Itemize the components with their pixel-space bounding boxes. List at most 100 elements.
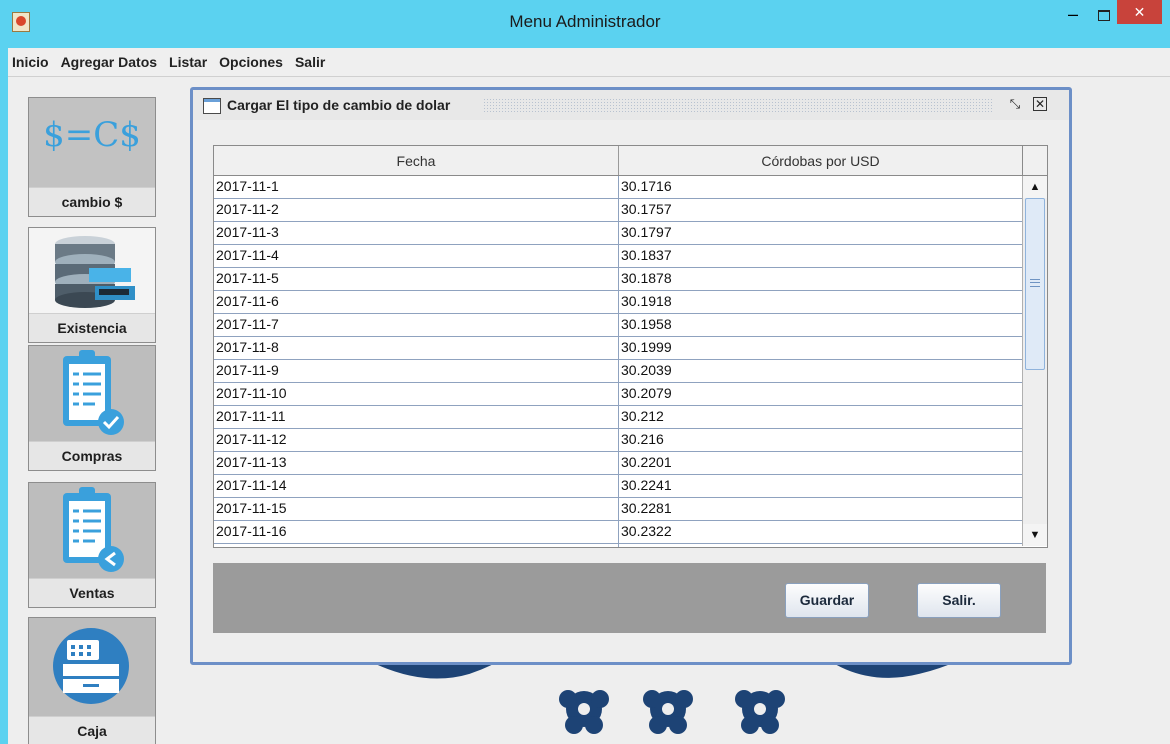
grip-icon xyxy=(1030,279,1040,287)
table-row[interactable]: 2017-11-6 30.1918 xyxy=(214,291,1022,314)
table-row[interactable]: 2017-11-15 30.2281 xyxy=(214,498,1022,521)
caja-button[interactable]: Caja xyxy=(28,617,156,744)
minimize-button[interactable]: – xyxy=(1064,4,1082,24)
dialog-title: Cargar El tipo de cambio de dolar xyxy=(227,97,451,113)
table-row[interactable]: 2017-11-1 30.1716 xyxy=(214,176,1022,199)
cell-cordobas[interactable]: 30.1878 xyxy=(619,268,1022,290)
cell-fecha[interactable]: 2017-11-7 xyxy=(214,314,619,336)
button-panel: Guardar Salir. xyxy=(213,563,1046,633)
ventas-button[interactable]: Ventas xyxy=(28,482,156,608)
cell-cordobas[interactable]: 30.2039 xyxy=(619,360,1022,382)
cell-cordobas[interactable]: 30.1837 xyxy=(619,245,1022,267)
window-frame-icon xyxy=(203,98,221,114)
caja-label: Caja xyxy=(29,716,155,744)
cash-register-icon xyxy=(29,618,155,716)
scroll-down-arrow-icon[interactable]: ▼ xyxy=(1023,524,1047,546)
menu-listar[interactable]: Listar xyxy=(163,48,213,76)
restore-icon[interactable]: ⤡ xyxy=(1008,97,1022,111)
cell-fecha[interactable]: 2017-11-4 xyxy=(214,245,619,267)
cell-fecha[interactable]: 2017-11-17 xyxy=(214,544,619,547)
cell-cordobas[interactable]: 30.1757 xyxy=(619,199,1022,221)
titlebar-texture xyxy=(483,98,993,112)
vertical-scrollbar[interactable]: ▲ ▼ xyxy=(1022,176,1047,546)
clipboard-check-icon xyxy=(29,346,155,441)
desktop-pane: $=C$ cambio $ Existencia Compras Ventas … xyxy=(8,77,1170,744)
cell-cordobas[interactable]: 30.2079 xyxy=(619,383,1022,405)
cell-cordobas[interactable]: 30.2201 xyxy=(619,452,1022,474)
table-row[interactable]: 2017-11-1730.2362 xyxy=(214,544,1022,547)
window-titlebar[interactable]: Menu Administrador – ✕ xyxy=(0,0,1170,48)
column-header-fecha[interactable]: Fecha xyxy=(214,146,619,175)
cell-fecha[interactable]: 2017-11-15 xyxy=(214,498,619,520)
existencia-label: Existencia xyxy=(29,313,155,342)
table-row[interactable]: 2017-11-12 30.216 xyxy=(214,429,1022,452)
cell-cordobas[interactable]: 30.1958 xyxy=(619,314,1022,336)
table-row[interactable]: 2017-11-16 30.2322 xyxy=(214,521,1022,544)
table-body: 2017-11-1 30.1716 2017-11-2 30.1757 2017-11-… xyxy=(214,176,1022,547)
cell-fecha[interactable]: 2017-11-6 xyxy=(214,291,619,313)
cell-fecha[interactable]: 2017-11-16 xyxy=(214,521,619,543)
database-icon xyxy=(29,228,155,313)
maximize-button[interactable] xyxy=(1094,6,1112,24)
table-row[interactable]: 2017-11-3 30.1797 xyxy=(214,222,1022,245)
table-row[interactable]: 2017-11-14 30.2241 xyxy=(214,475,1022,498)
existencia-button[interactable]: Existencia xyxy=(28,227,156,343)
cambio-dolar-label: cambio $ xyxy=(29,187,155,216)
scroll-up-arrow-icon[interactable]: ▲ xyxy=(1023,176,1047,198)
table-row[interactable]: 2017-11-10 30.2079 xyxy=(214,383,1022,406)
dialog-close-icon[interactable]: ✕ xyxy=(1033,97,1047,111)
table-row[interactable]: 2017-11-11 30.212 xyxy=(214,406,1022,429)
exchange-rate-table: Fecha Córdobas por USD 2017-11-1 30.1716 2… xyxy=(213,145,1048,548)
menu-inicio[interactable]: Inicio xyxy=(8,48,55,76)
cambio-dolar-button[interactable]: $=C$ cambio $ xyxy=(28,97,156,217)
cell-fecha[interactable]: 2017-11-3 xyxy=(214,222,619,244)
cell-fecha[interactable]: 2017-11-2 xyxy=(214,199,619,221)
table-row[interactable]: 2017-11-9 30.2039 xyxy=(214,360,1022,383)
table-row[interactable]: 2017-11-13 30.2201 xyxy=(214,452,1022,475)
scrollbar-thumb[interactable] xyxy=(1025,198,1045,370)
table-row[interactable]: 2017-11-5 30.1878 xyxy=(214,268,1022,291)
menu-agregar-datos[interactable]: Agregar Datos xyxy=(55,48,163,76)
cell-cordobas[interactable]: 30.1918 xyxy=(619,291,1022,313)
menu-opciones[interactable]: Opciones xyxy=(213,48,289,76)
cell-fecha[interactable]: 2017-11-1 xyxy=(214,176,619,198)
cell-fecha[interactable]: 2017-11-10 xyxy=(214,383,619,405)
close-button[interactable]: ✕ xyxy=(1117,0,1162,24)
cell-fecha[interactable]: 2017-11-8 xyxy=(214,337,619,359)
cell-fecha[interactable]: 2017-11-14 xyxy=(214,475,619,497)
guardar-button[interactable]: Guardar xyxy=(785,583,869,618)
cell-cordobas[interactable]: 30.2322 xyxy=(619,521,1022,543)
cell-cordobas[interactable]: 30.212 xyxy=(619,406,1022,428)
cell-cordobas[interactable]: 30.1999 xyxy=(619,337,1022,359)
table-corner xyxy=(1022,146,1047,176)
menubar: Inicio Agregar Datos Listar Opciones Salir xyxy=(8,48,1170,77)
cell-cordobas[interactable]: 30.2362 xyxy=(619,544,1022,547)
cell-fecha[interactable]: 2017-11-9 xyxy=(214,360,619,382)
table-header: Fecha Córdobas por USD xyxy=(214,146,1022,176)
cell-cordobas[interactable]: 30.2241 xyxy=(619,475,1022,497)
dialog-titlebar[interactable]: Cargar El tipo de cambio de dolar ⤡ ✕ xyxy=(193,90,1069,120)
table-row[interactable]: 2017-11-2 30.1757 xyxy=(214,199,1022,222)
dollar-cordoba-text: $=C$ xyxy=(43,115,141,155)
cell-cordobas[interactable]: 30.216 xyxy=(619,429,1022,451)
window-title: Menu Administrador xyxy=(509,12,661,31)
cell-cordobas[interactable]: 30.2281 xyxy=(619,498,1022,520)
column-header-cordobas[interactable]: Córdobas por USD xyxy=(619,146,1022,175)
table-row[interactable]: 2017-11-4 30.1837 xyxy=(214,245,1022,268)
exchange-rate-dialog: Cargar El tipo de cambio de dolar ⤡ ✕ Fe… xyxy=(190,87,1072,665)
cell-fecha[interactable]: 2017-11-5 xyxy=(214,268,619,290)
cell-fecha[interactable]: 2017-11-11 xyxy=(214,406,619,428)
table-row[interactable]: 2017-11-8 30.1999 xyxy=(214,337,1022,360)
menu-salir[interactable]: Salir xyxy=(289,48,331,76)
cell-cordobas[interactable]: 30.1716 xyxy=(619,176,1022,198)
cell-fecha[interactable]: 2017-11-13 xyxy=(214,452,619,474)
clipboard-back-icon xyxy=(29,483,155,578)
compras-label: Compras xyxy=(29,441,155,470)
dollar-cordoba-icon: $=C$ xyxy=(29,98,155,187)
ventas-label: Ventas xyxy=(29,578,155,607)
salir-button[interactable]: Salir. xyxy=(917,583,1001,618)
table-row[interactable]: 2017-11-7 30.1958 xyxy=(214,314,1022,337)
cell-cordobas[interactable]: 30.1797 xyxy=(619,222,1022,244)
cell-fecha[interactable]: 2017-11-12 xyxy=(214,429,619,451)
compras-button[interactable]: Compras xyxy=(28,345,156,471)
